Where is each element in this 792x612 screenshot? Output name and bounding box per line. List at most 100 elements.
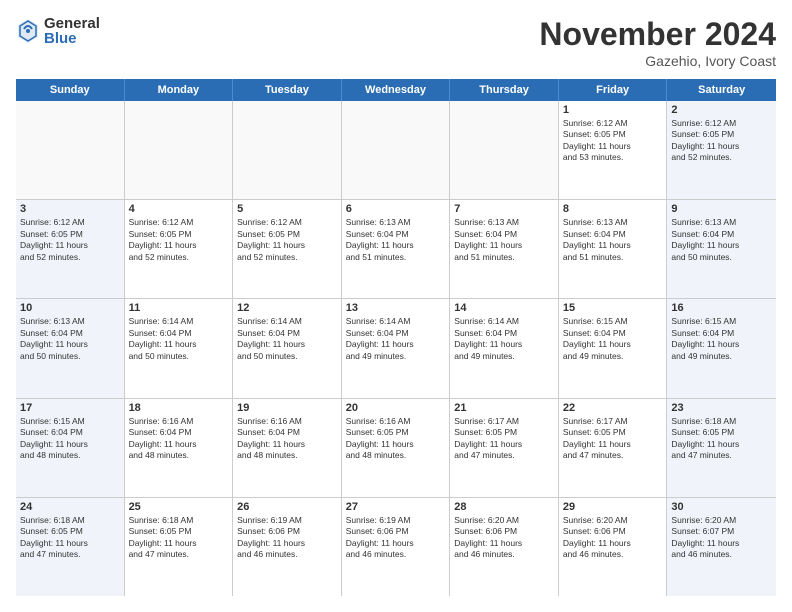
day-info: Sunrise: 6:13 AM Sunset: 6:04 PM Dayligh… <box>20 316 120 362</box>
day-info: Sunrise: 6:14 AM Sunset: 6:04 PM Dayligh… <box>237 316 337 362</box>
calendar-cell-r0-c4 <box>450 101 559 199</box>
logo-icon <box>16 17 40 45</box>
day-number: 27 <box>346 501 446 513</box>
day-number: 28 <box>454 501 554 513</box>
weekday-thursday: Thursday <box>450 79 559 101</box>
calendar-row-2: 10 Sunrise: 6:13 AM Sunset: 6:04 PM Dayli… <box>16 299 776 398</box>
day-number: 14 <box>454 302 554 314</box>
day-number: 26 <box>237 501 337 513</box>
calendar-row-3: 17 Sunrise: 6:15 AM Sunset: 6:04 PM Dayli… <box>16 399 776 498</box>
day-number: 6 <box>346 203 446 215</box>
day-info: Sunrise: 6:18 AM Sunset: 6:05 PM Dayligh… <box>129 515 229 561</box>
day-number: 30 <box>671 501 772 513</box>
calendar-cell-r4-c2: 26 Sunrise: 6:19 AM Sunset: 6:06 PM Dayli… <box>233 498 342 596</box>
calendar-header: Sunday Monday Tuesday Wednesday Thursday… <box>16 79 776 101</box>
calendar-cell-r4-c3: 27 Sunrise: 6:19 AM Sunset: 6:06 PM Dayli… <box>342 498 451 596</box>
day-number: 4 <box>129 203 229 215</box>
day-info: Sunrise: 6:12 AM Sunset: 6:05 PM Dayligh… <box>671 118 772 164</box>
day-info: Sunrise: 6:15 AM Sunset: 6:04 PM Dayligh… <box>563 316 663 362</box>
day-info: Sunrise: 6:12 AM Sunset: 6:05 PM Dayligh… <box>129 217 229 263</box>
calendar-cell-r0-c5: 1Sunrise: 6:12 AM Sunset: 6:05 PM Daylig… <box>559 101 668 199</box>
calendar-cell-r0-c1 <box>125 101 234 199</box>
calendar-cell-r3-c1: 18 Sunrise: 6:16 AM Sunset: 6:04 PM Dayli… <box>125 399 234 497</box>
day-number: 24 <box>20 501 120 513</box>
day-info: Sunrise: 6:19 AM Sunset: 6:06 PM Dayligh… <box>237 515 337 561</box>
day-number: 2 <box>671 104 772 116</box>
day-info: Sunrise: 6:14 AM Sunset: 6:04 PM Dayligh… <box>346 316 446 362</box>
day-info: Sunrise: 6:13 AM Sunset: 6:04 PM Dayligh… <box>346 217 446 263</box>
page-header: General Blue November 2024 Gazehio, Ivor… <box>16 16 776 69</box>
calendar-cell-r2-c5: 15 Sunrise: 6:15 AM Sunset: 6:04 PM Dayli… <box>559 299 668 397</box>
calendar-cell-r1-c3: 6 Sunrise: 6:13 AM Sunset: 6:04 PM Daylig… <box>342 200 451 298</box>
day-info: Sunrise: 6:15 AM Sunset: 6:04 PM Dayligh… <box>671 316 772 362</box>
calendar-cell-r3-c6: 23Sunrise: 6:18 AM Sunset: 6:05 PM Dayli… <box>667 399 776 497</box>
logo-general-text: General <box>44 16 100 31</box>
day-info: Sunrise: 6:16 AM Sunset: 6:04 PM Dayligh… <box>129 416 229 462</box>
day-info: Sunrise: 6:18 AM Sunset: 6:05 PM Dayligh… <box>671 416 772 462</box>
calendar-row-4: 24 Sunrise: 6:18 AM Sunset: 6:05 PM Dayli… <box>16 498 776 596</box>
day-number: 12 <box>237 302 337 314</box>
day-info: Sunrise: 6:13 AM Sunset: 6:04 PM Dayligh… <box>671 217 772 263</box>
day-number: 9 <box>671 203 772 215</box>
day-info: Sunrise: 6:19 AM Sunset: 6:06 PM Dayligh… <box>346 515 446 561</box>
calendar-cell-r0-c6: 2 Sunrise: 6:12 AM Sunset: 6:05 PM Daylig… <box>667 101 776 199</box>
day-info: Sunrise: 6:20 AM Sunset: 6:06 PM Dayligh… <box>454 515 554 561</box>
calendar-row-0: 1 Sunrise: 6:12 AM Sunset: 6:05 PM Daylig… <box>16 101 776 200</box>
calendar-cell-r3-c0: 17 Sunrise: 6:15 AM Sunset: 6:04 PM Dayli… <box>16 399 125 497</box>
day-info: Sunrise: 6:12 AM Sunset: 6:05 PM Dayligh… <box>237 217 337 263</box>
calendar-cell-r1-c4: 7Sunrise: 6:13 AM Sunset: 6:04 PM Daylig… <box>450 200 559 298</box>
day-number: 1 <box>563 104 663 116</box>
calendar-cell-r2-c3: 13 Sunrise: 6:14 AM Sunset: 6:04 PM Dayli… <box>342 299 451 397</box>
calendar-cell-r3-c2: 19 Sunrise: 6:16 AM Sunset: 6:04 PM Dayli… <box>233 399 342 497</box>
calendar-cell-r3-c3: 20 Sunrise: 6:16 AM Sunset: 6:05 PM Dayli… <box>342 399 451 497</box>
day-info: Sunrise: 6:16 AM Sunset: 6:04 PM Dayligh… <box>237 416 337 462</box>
day-number: 3 <box>20 203 120 215</box>
day-info: Sunrise: 6:13 AM Sunset: 6:04 PM Dayligh… <box>454 217 554 263</box>
calendar: Sunday Monday Tuesday Wednesday Thursday… <box>16 79 776 596</box>
day-number: 15 <box>563 302 663 314</box>
day-info: Sunrise: 6:17 AM Sunset: 6:05 PM Dayligh… <box>454 416 554 462</box>
calendar-body: 1 Sunrise: 6:12 AM Sunset: 6:05 PM Daylig… <box>16 101 776 596</box>
calendar-cell-r4-c4: 28 Sunrise: 6:20 AM Sunset: 6:06 PM Dayli… <box>450 498 559 596</box>
day-number: 8 <box>563 203 663 215</box>
day-info: Sunrise: 6:14 AM Sunset: 6:04 PM Dayligh… <box>129 316 229 362</box>
logo-blue-text: Blue <box>44 31 100 46</box>
weekday-wednesday: Wednesday <box>342 79 451 101</box>
calendar-cell-r2-c2: 12 Sunrise: 6:14 AM Sunset: 6:04 PM Dayli… <box>233 299 342 397</box>
calendar-cell-r4-c1: 25 Sunrise: 6:18 AM Sunset: 6:05 PM Dayli… <box>125 498 234 596</box>
day-number: 11 <box>129 302 229 314</box>
calendar-cell-r2-c6: 16 Sunrise: 6:15 AM Sunset: 6:04 PM Dayli… <box>667 299 776 397</box>
day-info: Sunrise: 6:20 AM Sunset: 6:06 PM Dayligh… <box>563 515 663 561</box>
day-number: 19 <box>237 402 337 414</box>
logo: General Blue <box>16 16 100 46</box>
calendar-cell-r3-c5: 22Sunrise: 6:17 AM Sunset: 6:05 PM Dayli… <box>559 399 668 497</box>
day-number: 16 <box>671 302 772 314</box>
day-info: Sunrise: 6:15 AM Sunset: 6:04 PM Dayligh… <box>20 416 120 462</box>
calendar-cell-r2-c1: 11 Sunrise: 6:14 AM Sunset: 6:04 PM Dayli… <box>125 299 234 397</box>
weekday-monday: Monday <box>125 79 234 101</box>
day-info: Sunrise: 6:20 AM Sunset: 6:07 PM Dayligh… <box>671 515 772 561</box>
day-number: 21 <box>454 402 554 414</box>
weekday-saturday: Saturday <box>667 79 776 101</box>
day-number: 10 <box>20 302 120 314</box>
day-number: 17 <box>20 402 120 414</box>
calendar-cell-r0-c2 <box>233 101 342 199</box>
day-number: 22 <box>563 402 663 414</box>
calendar-cell-r4-c0: 24Sunrise: 6:18 AM Sunset: 6:05 PM Dayli… <box>16 498 125 596</box>
calendar-cell-r3-c4: 21 Sunrise: 6:17 AM Sunset: 6:05 PM Dayli… <box>450 399 559 497</box>
month-title: November 2024 <box>539 16 776 53</box>
calendar-cell-r0-c0 <box>16 101 125 199</box>
calendar-cell-r1-c6: 9 Sunrise: 6:13 AM Sunset: 6:04 PM Daylig… <box>667 200 776 298</box>
day-number: 25 <box>129 501 229 513</box>
day-info: Sunrise: 6:13 AM Sunset: 6:04 PM Dayligh… <box>563 217 663 263</box>
day-number: 29 <box>563 501 663 513</box>
calendar-cell-r1-c5: 8 Sunrise: 6:13 AM Sunset: 6:04 PM Daylig… <box>559 200 668 298</box>
day-number: 13 <box>346 302 446 314</box>
day-info: Sunrise: 6:12 AM Sunset: 6:05 PM Dayligh… <box>20 217 120 263</box>
day-info: Sunrise: 6:14 AM Sunset: 6:04 PM Dayligh… <box>454 316 554 362</box>
weekday-sunday: Sunday <box>16 79 125 101</box>
calendar-row-1: 3 Sunrise: 6:12 AM Sunset: 6:05 PM Daylig… <box>16 200 776 299</box>
day-info: Sunrise: 6:16 AM Sunset: 6:05 PM Dayligh… <box>346 416 446 462</box>
day-number: 20 <box>346 402 446 414</box>
day-number: 18 <box>129 402 229 414</box>
